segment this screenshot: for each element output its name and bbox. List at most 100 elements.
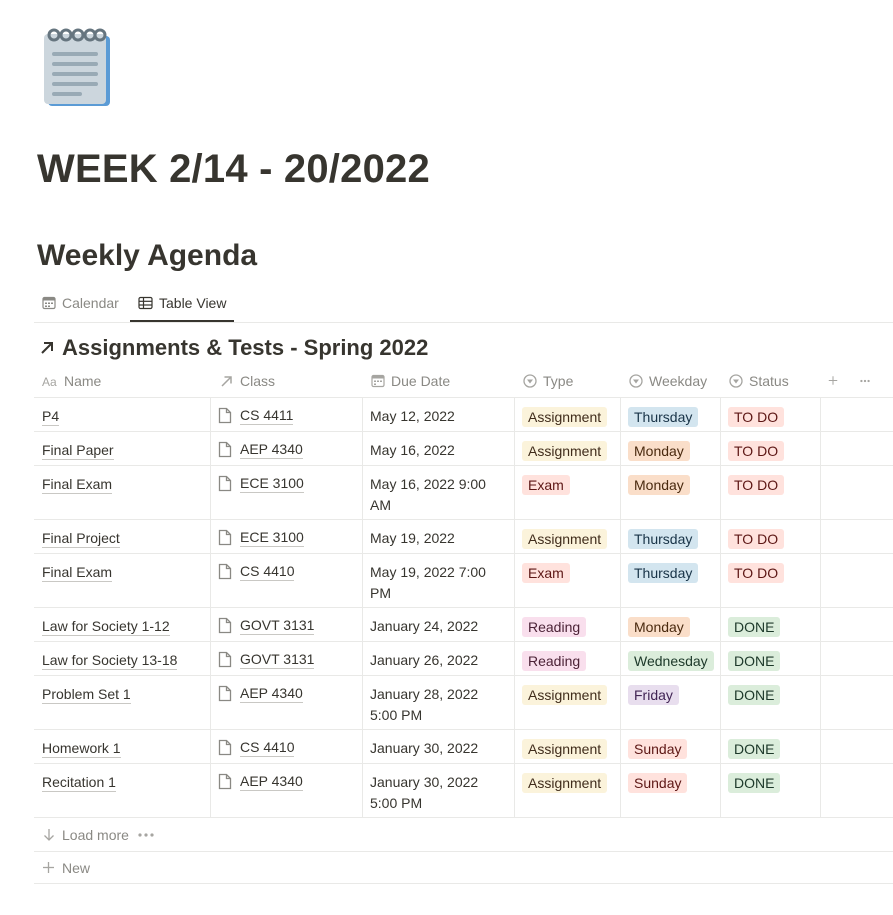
row-name[interactable]: Problem Set 1 bbox=[42, 685, 131, 704]
name-cell[interactable]: P4 bbox=[34, 398, 210, 431]
type-cell[interactable]: Reading bbox=[514, 608, 620, 641]
row-class[interactable]: GOVT 3131 bbox=[240, 616, 315, 635]
row-name[interactable]: Final Exam bbox=[42, 563, 113, 582]
weekday-cell[interactable]: Sunday bbox=[620, 764, 720, 817]
row-name[interactable]: P4 bbox=[42, 407, 60, 426]
row-class[interactable]: CS 4411 bbox=[240, 406, 294, 425]
row-name[interactable]: Final Project bbox=[42, 529, 120, 548]
column-header-name[interactable]: Aa Name bbox=[42, 364, 101, 397]
weekday-cell[interactable]: Friday bbox=[620, 676, 720, 729]
name-cell[interactable]: Law for Society 1-12 bbox=[34, 608, 210, 641]
table-row[interactable]: Problem Set 1 AEP 4340 January 28, 2022 5:… bbox=[34, 676, 893, 730]
row-class[interactable]: AEP 4340 bbox=[240, 440, 303, 459]
row-name[interactable]: Final Exam bbox=[42, 475, 113, 494]
weekday-cell[interactable]: Thursday bbox=[620, 554, 720, 607]
row-name[interactable]: Final Paper bbox=[42, 441, 114, 460]
type-cell[interactable]: Exam bbox=[514, 466, 620, 519]
type-cell[interactable]: Assignment bbox=[514, 764, 620, 817]
status-cell[interactable]: TO DO bbox=[720, 466, 820, 519]
row-class[interactable]: AEP 4340 bbox=[240, 684, 303, 703]
ellipsis-icon[interactable] bbox=[138, 832, 154, 837]
weekday-cell[interactable]: Monday bbox=[620, 432, 720, 465]
status-cell[interactable]: TO DO bbox=[720, 520, 820, 553]
notepad-icon[interactable] bbox=[40, 26, 114, 108]
type-cell[interactable]: Assignment bbox=[514, 398, 620, 431]
weekday-cell[interactable]: Thursday bbox=[620, 520, 720, 553]
type-cell[interactable]: Assignment bbox=[514, 730, 620, 763]
column-header-class[interactable]: Class bbox=[220, 364, 275, 397]
table-row[interactable]: Recitation 1 AEP 4340 January 30, 2022 5:0… bbox=[34, 764, 893, 818]
type-cell[interactable]: Exam bbox=[514, 554, 620, 607]
status-cell[interactable]: DONE bbox=[720, 642, 820, 675]
class-cell[interactable]: CS 4411 bbox=[210, 398, 362, 431]
due-date-cell[interactable]: January 24, 2022 bbox=[362, 608, 514, 641]
class-cell[interactable]: CS 4410 bbox=[210, 554, 362, 607]
more-options-button[interactable] bbox=[860, 364, 876, 397]
page-title[interactable]: WEEK 2/14 - 20/2022 bbox=[37, 144, 430, 194]
due-date-cell[interactable]: January 28, 2022 5:00 PM bbox=[362, 676, 514, 729]
name-cell[interactable]: Final Project bbox=[34, 520, 210, 553]
name-cell[interactable]: Final Paper bbox=[34, 432, 210, 465]
load-more-button[interactable]: Load more bbox=[34, 818, 893, 852]
column-header-type[interactable]: Type bbox=[523, 364, 573, 397]
name-cell[interactable]: Final Exam bbox=[34, 554, 210, 607]
status-cell[interactable]: TO DO bbox=[720, 432, 820, 465]
name-cell[interactable]: Homework 1 bbox=[34, 730, 210, 763]
row-class[interactable]: ECE 3100 bbox=[240, 528, 304, 547]
due-date-cell[interactable]: May 16, 2022 9:00 AM bbox=[362, 466, 514, 519]
class-cell[interactable]: AEP 4340 bbox=[210, 432, 362, 465]
row-class[interactable]: CS 4410 bbox=[240, 738, 295, 757]
row-class[interactable]: CS 4410 bbox=[240, 562, 295, 581]
row-name[interactable]: Homework 1 bbox=[42, 739, 121, 758]
table-row[interactable]: Homework 1 CS 4410 January 30, 2022 Assignm… bbox=[34, 730, 893, 764]
tab-calendar[interactable]: Calendar bbox=[42, 285, 119, 321]
add-property-button[interactable] bbox=[828, 364, 844, 397]
weekday-cell[interactable]: Monday bbox=[620, 608, 720, 641]
name-cell[interactable]: Recitation 1 bbox=[34, 764, 210, 817]
tab-table-view[interactable]: Table View bbox=[130, 285, 235, 322]
column-header-weekday[interactable]: Weekday bbox=[629, 364, 707, 397]
class-cell[interactable]: ECE 3100 bbox=[210, 466, 362, 519]
type-cell[interactable]: Assignment bbox=[514, 676, 620, 729]
class-cell[interactable]: GOVT 3131 bbox=[210, 608, 362, 641]
section-heading[interactable]: Weekly Agenda bbox=[37, 236, 257, 276]
row-name[interactable]: Law for Society 13-18 bbox=[42, 651, 178, 670]
row-name[interactable]: Law for Society 1-12 bbox=[42, 617, 170, 636]
due-date-cell[interactable]: May 16, 2022 bbox=[362, 432, 514, 465]
weekday-cell[interactable]: Wednesday bbox=[620, 642, 720, 675]
weekday-cell[interactable]: Monday bbox=[620, 466, 720, 519]
type-cell[interactable]: Reading bbox=[514, 642, 620, 675]
due-date-cell[interactable]: January 26, 2022 bbox=[362, 642, 514, 675]
status-cell[interactable]: TO DO bbox=[720, 398, 820, 431]
name-cell[interactable]: Final Exam bbox=[34, 466, 210, 519]
weekday-cell[interactable]: Sunday bbox=[620, 730, 720, 763]
due-date-cell[interactable]: May 19, 2022 bbox=[362, 520, 514, 553]
due-date-cell[interactable]: May 12, 2022 bbox=[362, 398, 514, 431]
due-date-cell[interactable]: May 19, 2022 7:00 PM bbox=[362, 554, 514, 607]
status-cell[interactable]: TO DO bbox=[720, 554, 820, 607]
row-class[interactable]: GOVT 3131 bbox=[240, 650, 315, 669]
class-cell[interactable]: ECE 3100 bbox=[210, 520, 362, 553]
table-row[interactable]: Final Exam CS 4410 May 19, 2022 7:00 PM Exa… bbox=[34, 554, 893, 608]
database-title[interactable]: Assignments & Tests - Spring 2022 bbox=[38, 333, 428, 363]
table-row[interactable]: Law for Society 1-12 GOVT 3131 January 24,… bbox=[34, 608, 893, 642]
column-header-due-date[interactable]: Due Date bbox=[371, 364, 450, 397]
column-header-status[interactable]: Status bbox=[729, 364, 789, 397]
table-row[interactable]: Final Paper AEP 4340 May 16, 2022 Assignmen… bbox=[34, 432, 893, 466]
row-class[interactable]: AEP 4340 bbox=[240, 772, 303, 791]
class-cell[interactable]: AEP 4340 bbox=[210, 764, 362, 817]
class-cell[interactable]: GOVT 3131 bbox=[210, 642, 362, 675]
status-cell[interactable]: DONE bbox=[720, 730, 820, 763]
table-row[interactable]: Final Project ECE 3100 May 19, 2022 Assignm… bbox=[34, 520, 893, 554]
status-cell[interactable]: DONE bbox=[720, 676, 820, 729]
due-date-cell[interactable]: January 30, 2022 5:00 PM bbox=[362, 764, 514, 817]
class-cell[interactable]: AEP 4340 bbox=[210, 676, 362, 729]
weekday-cell[interactable]: Thursday bbox=[620, 398, 720, 431]
name-cell[interactable]: Problem Set 1 bbox=[34, 676, 210, 729]
name-cell[interactable]: Law for Society 13-18 bbox=[34, 642, 210, 675]
status-cell[interactable]: DONE bbox=[720, 764, 820, 817]
table-row[interactable]: Law for Society 13-18 GOVT 3131 January 26… bbox=[34, 642, 893, 676]
row-name[interactable]: Recitation 1 bbox=[42, 773, 116, 792]
status-cell[interactable]: DONE bbox=[720, 608, 820, 641]
table-row[interactable]: Final Exam ECE 3100 May 16, 2022 9:00 AM Ex… bbox=[34, 466, 893, 520]
